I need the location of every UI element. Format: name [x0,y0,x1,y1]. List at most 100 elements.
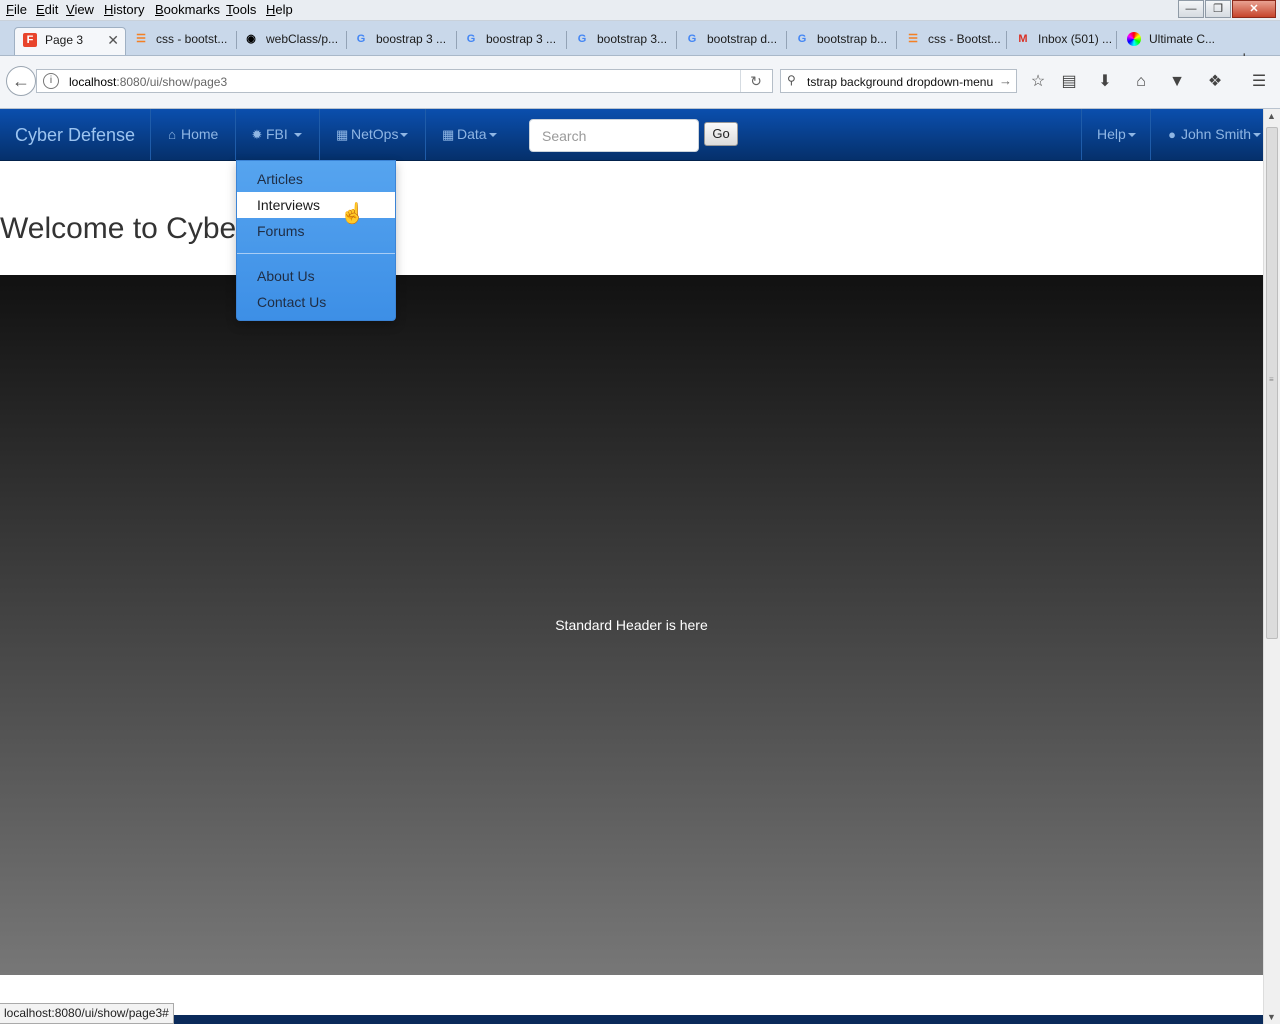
dropdown-item-interviews[interactable]: Interviews [237,192,395,218]
hero-text: Standard Header is here [555,617,708,633]
reload-icon[interactable]: ↻ [740,70,771,92]
caret-down-icon [1127,133,1136,138]
site-navbar: Cyber Defense ⌂ Home ✹ FBI ▦ NetOps ▦ Data S… [0,109,1263,161]
nav-netops-dropdown[interactable]: ▦ NetOps [336,126,409,143]
google-icon: G [356,32,366,45]
github-icon: ◉ [246,32,256,45]
nav-data-dropdown[interactable]: ▦ Data [442,126,497,143]
tab-strip: F Page 3 ✕ ☰ css - bootst... ◉ webClass/p..… [0,21,1280,68]
tab-title: bootstrap d... [707,32,778,46]
book-icon: ▦ [442,127,455,142]
menu-bar: File Edit View History Bookmarks Tools H… [0,0,1280,21]
search-go-arrow-icon[interactable]: → [999,73,1012,88]
colorwheel-icon [1127,31,1141,46]
tab-item[interactable]: ☰ css - bootst... [134,27,232,55]
nav-user-dropdown[interactable]: ● John Smith [1166,126,1262,142]
window-controls: — ❐ ✕ [1177,0,1276,18]
dropdown-item-forums[interactable]: Forums [237,218,395,244]
close-window-icon[interactable]: ✕ [1232,0,1276,18]
tab-title: Ultimate C... [1149,32,1216,46]
tab-item[interactable]: Gbootstrap 3... [575,27,673,55]
hero-section: Standard Header is here [0,275,1263,975]
menu-view[interactable]: View [66,2,94,17]
address-url: localhost:8080/ui/show/page3 [69,75,228,89]
page-favicon-icon: F [23,32,37,47]
hamburger-menu-icon[interactable]: ☰ [1249,72,1269,92]
browser-toolbar: ← i localhost:8080/ui/show/page3 ↻ ⚲ tst… [0,56,1280,109]
fbi-dropdown-menu: Articles Interviews Forums About Us Cont… [236,160,396,321]
extension-icon[interactable]: ❖ [1205,72,1225,92]
tab-item[interactable]: Gboostrap 3 ... [464,27,562,55]
address-bar[interactable]: i localhost:8080/ui/show/page3 ↻ [36,69,773,93]
user-icon: ● [1168,127,1176,142]
footer-bar [0,1015,1263,1024]
tab-item[interactable]: Gbootstrap d... [685,27,783,55]
tab-item[interactable]: M Inbox (501) ... [1016,27,1114,55]
tab-page3[interactable]: F Page 3 ✕ [14,27,126,55]
scroll-grip-icon: ≡ [1269,375,1274,384]
tab-close-icon[interactable]: ✕ [107,28,119,52]
stackoverflow-icon: ☰ [136,32,146,45]
pocket-icon[interactable]: ▼ [1167,72,1187,92]
download-icon[interactable]: ⬇ [1095,72,1115,92]
info-icon[interactable]: i [43,73,59,89]
tab-title: css - Bootst... [928,32,1001,46]
search-text: tstrap background dropdown-menu [807,75,994,89]
caret-down-icon [293,133,302,138]
gmail-icon: M [1018,32,1028,45]
tab-item[interactable]: ◉ webClass/p... [244,27,342,55]
restore-icon[interactable]: ❐ [1205,0,1231,18]
stackoverflow-icon: ☰ [908,32,918,45]
tab-title: boostrap 3 ... [486,32,557,46]
book-icon: ▦ [336,127,349,142]
dropdown-item-articles[interactable]: Articles [237,166,395,192]
caret-down-icon [488,133,497,138]
page-viewport: Cyber Defense ⌂ Home ✹ FBI ▦ NetOps ▦ Data S… [0,109,1263,1024]
home-icon[interactable]: ⌂ [1131,72,1151,92]
tab-title: Inbox (501) ... [1038,32,1113,46]
menu-tools[interactable]: Tools [226,2,256,17]
tab-item[interactable]: Ultimate C... [1127,27,1225,55]
go-button[interactable]: Go [704,122,738,146]
dropdown-item-about-us[interactable]: About Us [237,263,395,289]
scroll-down-icon[interactable]: ▼ [1267,1012,1276,1022]
bookmarks-list-icon[interactable]: ▤ [1059,72,1079,92]
home-icon: ⌂ [168,127,176,142]
menu-help[interactable]: Help [266,2,293,17]
menu-bookmarks[interactable]: Bookmarks [155,2,220,17]
tab-title: css - bootst... [156,32,228,46]
minimize-icon[interactable]: — [1178,0,1204,18]
menu-history[interactable]: History [104,2,144,17]
caret-down-icon [1253,133,1262,138]
bookmark-star-icon[interactable]: ☆ [1028,72,1048,92]
scroll-up-icon[interactable]: ▲ [1267,111,1276,121]
brand-link[interactable]: Cyber Defense [15,125,135,146]
back-arrow-icon[interactable]: ← [6,66,36,96]
google-icon: G [687,32,697,45]
menu-edit[interactable]: Edit [36,2,58,17]
nav-fbi-dropdown[interactable]: ✹ FBI [251,126,302,143]
dropdown-divider [237,253,395,254]
vertical-scrollbar[interactable]: ▲ ≡ ▼ [1263,109,1280,1024]
nav-help-dropdown[interactable]: Help [1097,126,1136,142]
tab-title: bootstrap 3... [597,32,668,46]
browser-search-input[interactable]: ⚲ tstrap background dropdown-menu → [780,69,1017,93]
site-search-input[interactable]: Search [529,119,699,152]
status-bar: localhost:8080/ui/show/page3# [0,1003,174,1024]
tab-title: boostrap 3 ... [376,32,447,46]
search-icon: ⚲ [787,73,796,87]
caret-down-icon [400,133,409,138]
tab-title: bootstrap b... [817,32,888,46]
dropdown-item-contact-us[interactable]: Contact Us [237,289,395,315]
tab-title: webClass/p... [266,32,339,46]
hand-cursor-icon: ☝ [340,203,365,225]
tab-item[interactable]: Gbootstrap b... [795,27,893,55]
google-icon: G [797,32,807,45]
google-icon: G [577,32,587,45]
google-icon: G [466,32,476,45]
tab-item[interactable]: Gboostrap 3 ... [354,27,452,55]
menu-file[interactable]: File [6,2,27,17]
nav-home[interactable]: ⌂ Home [166,126,218,142]
gear-icon: ✹ [251,127,263,142]
tab-item[interactable]: ☰ css - Bootst... [906,27,1004,55]
